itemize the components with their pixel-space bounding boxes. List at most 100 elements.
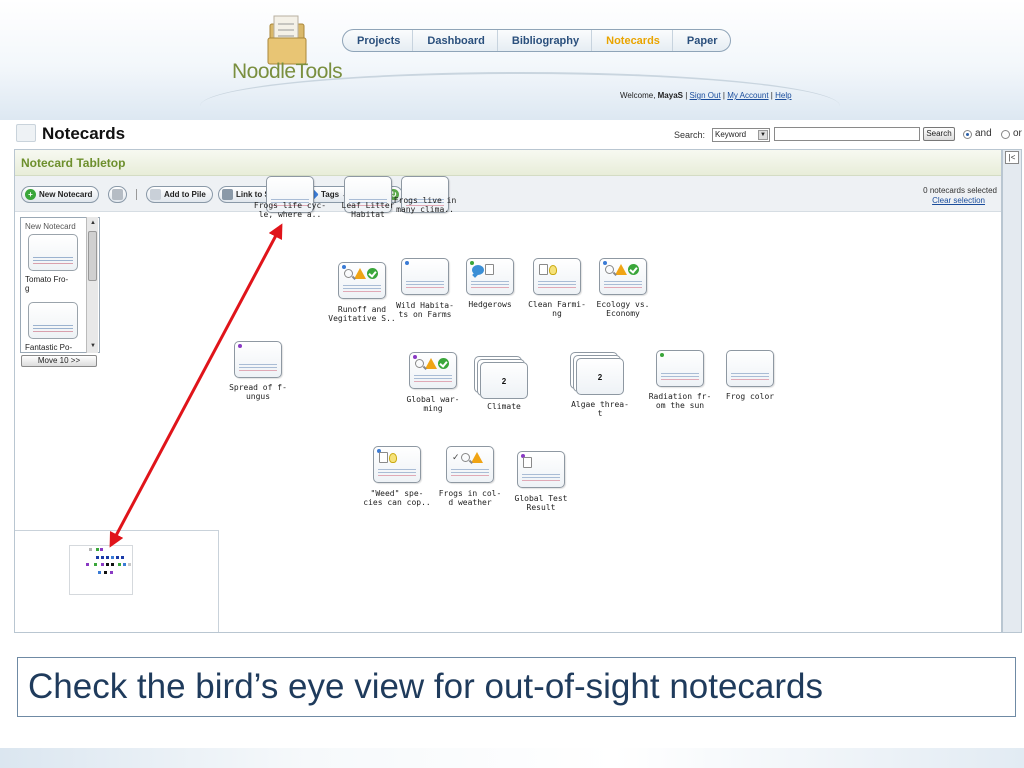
help-link[interactable]: Help xyxy=(775,91,791,100)
scroll-thumb[interactable] xyxy=(88,231,97,281)
nav-paper[interactable]: Paper xyxy=(671,30,730,51)
check-circle-icon xyxy=(628,264,639,275)
notecard[interactable]: ✓ xyxy=(446,446,494,483)
clear-selection-link[interactable]: Clear selection xyxy=(901,196,985,205)
birdseye-dot xyxy=(89,548,92,551)
chevron-down-icon: ▼ xyxy=(758,130,768,140)
notecard[interactable]: 2 xyxy=(576,358,624,395)
notecard-lines xyxy=(271,199,309,200)
username: MayaS xyxy=(657,91,683,100)
birdseye-dot xyxy=(106,563,109,566)
print-button[interactable] xyxy=(108,186,127,203)
search-input[interactable] xyxy=(774,127,920,141)
pile-card[interactable] xyxy=(28,234,78,271)
birdseye-dot xyxy=(106,556,109,559)
document-icon xyxy=(379,452,388,463)
tag-dot-icon xyxy=(405,261,409,265)
notecard-label: Global war- ming xyxy=(406,395,460,413)
notecard-status-icons xyxy=(415,358,449,369)
document-icon xyxy=(485,264,494,275)
birdseye-dot xyxy=(94,563,97,566)
search-type-select[interactable]: Keyword ▼ xyxy=(712,128,770,142)
notecard-lines xyxy=(661,373,699,374)
tag-dot-icon xyxy=(238,344,242,348)
notecard[interactable] xyxy=(466,258,514,295)
plus-icon: + xyxy=(25,189,36,200)
nav-bibliography[interactable]: Bibliography xyxy=(496,30,591,51)
notecard[interactable]: 2 xyxy=(480,362,528,399)
notecard-lines xyxy=(471,281,509,282)
birdseye-dot xyxy=(121,556,124,559)
selected-count: 0 notecards selected xyxy=(923,186,997,195)
radio-and[interactable] xyxy=(963,130,972,139)
pile-card[interactable] xyxy=(28,302,78,339)
notecard[interactable] xyxy=(234,341,282,378)
notecard-label: Global Test Result xyxy=(514,494,568,512)
nav-dashboard[interactable]: Dashboard xyxy=(412,30,496,51)
notecard-label: Frogs live in many clima.. xyxy=(393,196,457,214)
check-circle-icon xyxy=(438,358,449,369)
new-notecard-label: New Notecard xyxy=(39,190,93,199)
right-collapse-strip xyxy=(1002,149,1022,633)
notecard[interactable] xyxy=(338,262,386,299)
notecard[interactable] xyxy=(726,350,774,387)
notecard-lines xyxy=(239,364,277,365)
birdseye-dot xyxy=(111,563,114,566)
scroll-down-icon[interactable]: ▼ xyxy=(89,342,97,350)
notecard-status-icons xyxy=(379,452,397,463)
radio-and-label: and xyxy=(975,128,992,139)
checkmark-icon: ✓ xyxy=(452,452,460,462)
notecard-lines xyxy=(604,281,642,282)
panel-title: Notecard Tabletop xyxy=(21,156,126,170)
birdseye-dot xyxy=(118,563,121,566)
lightbulb-icon xyxy=(389,452,397,463)
notecard-status-icons xyxy=(523,457,532,468)
birdseye-dot xyxy=(111,556,114,559)
pile-header: New Notecard xyxy=(25,222,76,231)
notecard[interactable] xyxy=(409,352,457,389)
search-type-value: Keyword xyxy=(715,130,747,139)
notecard-status-icons xyxy=(605,264,639,275)
notecard-label: Algae threa- t xyxy=(571,400,629,418)
search-button[interactable]: Search xyxy=(923,127,955,141)
nav-notecards[interactable]: Notecards xyxy=(591,30,672,51)
notecard-lines xyxy=(414,375,452,376)
new-notecard-button[interactable]: + New Notecard xyxy=(21,186,100,203)
notecard[interactable] xyxy=(517,451,565,488)
main-nav: Projects Dashboard Bibliography Notecard… xyxy=(342,29,731,52)
notecard-status-icons xyxy=(344,268,378,279)
notecard-lines xyxy=(522,474,560,475)
collapse-button[interactable]: |< xyxy=(1005,151,1019,164)
pile-scrollbar[interactable]: ▲ ▼ xyxy=(86,217,98,353)
notecard-label: Ecology vs. Economy xyxy=(596,300,650,318)
warning-icon xyxy=(354,268,366,279)
add-to-pile-button[interactable]: Add to Pile xyxy=(146,186,213,203)
notecard-label: Frogs in col- d weather xyxy=(438,489,502,507)
birdseye-viewport[interactable] xyxy=(69,545,133,595)
notecard-lines xyxy=(343,285,381,286)
birdseye-dot xyxy=(116,556,119,559)
notecard[interactable] xyxy=(401,258,449,295)
birdseye-dot xyxy=(100,548,103,551)
sign-out-link[interactable]: Sign Out xyxy=(690,91,721,100)
document-icon xyxy=(523,457,532,468)
app-header xyxy=(0,0,1024,120)
nav-projects[interactable]: Projects xyxy=(343,30,412,51)
move-10-button[interactable]: Move 10 >> xyxy=(21,355,97,367)
my-account-link[interactable]: My Account xyxy=(727,91,768,100)
birdseye-dot xyxy=(104,571,107,574)
warning-icon xyxy=(615,264,627,275)
birdseye-dot xyxy=(123,563,126,566)
radio-or[interactable] xyxy=(1001,130,1010,139)
scroll-up-icon[interactable]: ▲ xyxy=(89,219,97,227)
notecard[interactable] xyxy=(373,446,421,483)
notecard[interactable] xyxy=(656,350,704,387)
notecard[interactable] xyxy=(533,258,581,295)
pile-card-label: Tomato Fro- g xyxy=(25,275,69,293)
tabletop-toolbar: + New Notecard Add to Pile Link to Sourc… xyxy=(15,176,1001,212)
notecard-status-icons: ✓ xyxy=(452,452,483,463)
logo-text: NoodleTools xyxy=(232,60,343,83)
notecard[interactable] xyxy=(599,258,647,295)
birdseye-dot xyxy=(96,556,99,559)
notecard-label: "Weed" spe- cies can cop.. xyxy=(363,489,431,507)
